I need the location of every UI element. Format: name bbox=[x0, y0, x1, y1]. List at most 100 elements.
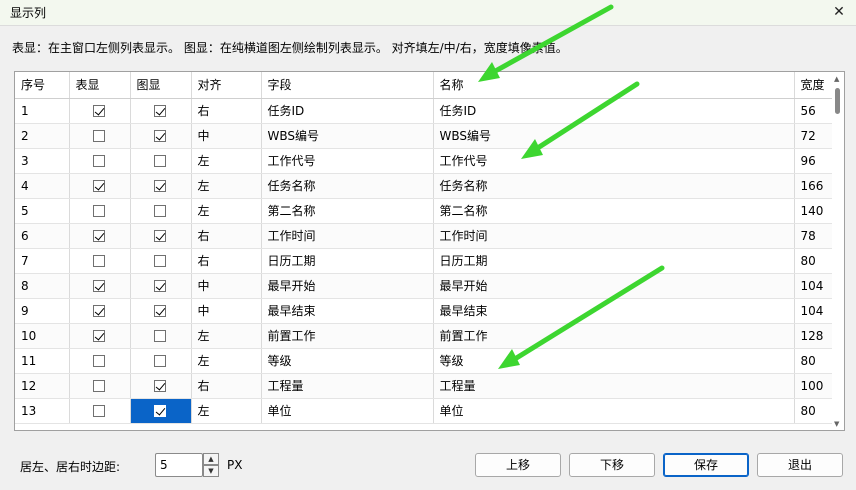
cell-table-show[interactable] bbox=[69, 123, 131, 149]
cell-no[interactable]: 4 bbox=[15, 173, 70, 199]
cell-no[interactable]: 7 bbox=[15, 248, 70, 274]
cell-align[interactable]: 右 bbox=[191, 98, 262, 124]
cell-no[interactable]: 11 bbox=[15, 348, 70, 374]
header-align[interactable]: 对齐 bbox=[191, 72, 262, 99]
table-row[interactable]: 4 左任务名称 任务名称 166 bbox=[15, 173, 834, 199]
spin-down-icon[interactable]: ▼ bbox=[203, 465, 219, 477]
cell-no[interactable]: 3 bbox=[15, 148, 70, 174]
cell-width[interactable]: 80 bbox=[794, 248, 834, 274]
cell-name[interactable]: 工作时间 bbox=[433, 223, 795, 249]
table-show-checkbox[interactable] bbox=[92, 255, 105, 267]
move-up-button[interactable]: 上移 bbox=[475, 453, 561, 477]
chart-show-checkbox[interactable] bbox=[153, 330, 166, 342]
cell-width[interactable]: 104 bbox=[794, 298, 834, 324]
table-show-checkbox[interactable] bbox=[92, 280, 105, 292]
cell-table-show[interactable] bbox=[69, 348, 131, 374]
cell-align[interactable]: 右 bbox=[191, 373, 262, 399]
cell-width[interactable]: 100 bbox=[794, 373, 834, 399]
cell-name[interactable]: 日历工期 bbox=[433, 248, 795, 274]
spin-up-icon[interactable]: ▲ bbox=[203, 453, 219, 465]
cell-chart-show[interactable] bbox=[130, 98, 192, 124]
cell-no[interactable]: 10 bbox=[15, 323, 70, 349]
table-show-checkbox[interactable] bbox=[92, 405, 105, 417]
cell-width[interactable]: 104 bbox=[794, 273, 834, 299]
cell-table-show[interactable] bbox=[69, 373, 131, 399]
table-row[interactable]: 12 右工程量 工程量 100 bbox=[15, 373, 834, 399]
table-show-checkbox[interactable] bbox=[92, 105, 105, 117]
cell-table-show[interactable] bbox=[69, 298, 131, 324]
close-icon[interactable]: ✕ bbox=[828, 1, 850, 23]
margin-input[interactable] bbox=[155, 453, 203, 477]
cell-align[interactable]: 左 bbox=[191, 148, 262, 174]
cell-chart-show[interactable] bbox=[130, 398, 192, 424]
cell-no[interactable]: 6 bbox=[15, 223, 70, 249]
cell-name[interactable]: 单位 bbox=[433, 398, 795, 424]
cell-name[interactable]: 任务名称 bbox=[433, 173, 795, 199]
cell-chart-show[interactable] bbox=[130, 373, 192, 399]
chart-show-checkbox[interactable] bbox=[153, 255, 166, 267]
cell-table-show[interactable] bbox=[69, 398, 131, 424]
scroll-up-icon[interactable]: ▲ bbox=[834, 75, 839, 83]
chart-show-checkbox[interactable] bbox=[153, 405, 166, 417]
cell-name[interactable]: 最早开始 bbox=[433, 273, 795, 299]
table-row[interactable]: 7 右日历工期 日历工期 80 bbox=[15, 248, 834, 274]
cell-align[interactable]: 左 bbox=[191, 198, 262, 224]
cell-name[interactable]: 等级 bbox=[433, 348, 795, 374]
cell-table-show[interactable] bbox=[69, 323, 131, 349]
cell-chart-show[interactable] bbox=[130, 123, 192, 149]
table-show-checkbox[interactable] bbox=[92, 155, 105, 167]
cell-name[interactable]: WBS编号 bbox=[433, 123, 795, 149]
table-show-checkbox[interactable] bbox=[92, 205, 105, 217]
cell-chart-show[interactable] bbox=[130, 223, 192, 249]
move-down-button[interactable]: 下移 bbox=[569, 453, 655, 477]
cell-field[interactable]: 最早开始 bbox=[261, 273, 434, 299]
cell-field[interactable]: 工作代号 bbox=[261, 148, 434, 174]
cell-field[interactable]: 任务名称 bbox=[261, 173, 434, 199]
cell-name[interactable]: 任务ID bbox=[433, 98, 795, 124]
cell-field[interactable]: 第二名称 bbox=[261, 198, 434, 224]
cell-chart-show[interactable] bbox=[130, 323, 192, 349]
table-row[interactable]: 8 中最早开始 最早开始 104 bbox=[15, 273, 834, 299]
cell-chart-show[interactable] bbox=[130, 198, 192, 224]
cell-chart-show[interactable] bbox=[130, 148, 192, 174]
table-show-checkbox[interactable] bbox=[92, 305, 105, 317]
cell-field[interactable]: 日历工期 bbox=[261, 248, 434, 274]
cell-name[interactable]: 第二名称 bbox=[433, 198, 795, 224]
cell-chart-show[interactable] bbox=[130, 298, 192, 324]
chart-show-checkbox[interactable] bbox=[153, 130, 166, 142]
cell-table-show[interactable] bbox=[69, 148, 131, 174]
cell-table-show[interactable] bbox=[69, 198, 131, 224]
cell-field[interactable]: 最早结束 bbox=[261, 298, 434, 324]
cell-width[interactable]: 128 bbox=[794, 323, 834, 349]
chart-show-checkbox[interactable] bbox=[153, 355, 166, 367]
cell-align[interactable]: 右 bbox=[191, 248, 262, 274]
cell-width[interactable]: 80 bbox=[794, 398, 834, 424]
table-row[interactable]: 2 中 WBS编号 WBS编号 72 bbox=[15, 123, 834, 149]
exit-button[interactable]: 退出 bbox=[757, 453, 843, 477]
cell-chart-show[interactable] bbox=[130, 348, 192, 374]
table-row[interactable]: 10 左前置工作 前置工作 128 bbox=[15, 323, 834, 349]
cell-table-show[interactable] bbox=[69, 98, 131, 124]
table-show-checkbox[interactable] bbox=[92, 130, 105, 142]
cell-field[interactable]: 等级 bbox=[261, 348, 434, 374]
chart-show-checkbox[interactable] bbox=[153, 155, 166, 167]
table-show-checkbox[interactable] bbox=[92, 355, 105, 367]
chart-show-checkbox[interactable] bbox=[153, 280, 166, 292]
chart-show-checkbox[interactable] bbox=[153, 205, 166, 217]
table-row[interactable]: 3 左工作代号 工作代号 96 bbox=[15, 148, 834, 174]
header-table-show[interactable]: 表显 bbox=[69, 72, 131, 99]
cell-field[interactable]: 工程量 bbox=[261, 373, 434, 399]
table-row[interactable]: 11 左等级 等级 80 bbox=[15, 348, 834, 374]
chart-show-checkbox[interactable] bbox=[153, 230, 166, 242]
header-chart-show[interactable]: 图显 bbox=[130, 72, 192, 99]
cell-width[interactable]: 78 bbox=[794, 223, 834, 249]
cell-no[interactable]: 2 bbox=[15, 123, 70, 149]
header-width[interactable]: 宽度 bbox=[794, 72, 834, 99]
save-button[interactable]: 保存 bbox=[663, 453, 749, 477]
cell-field[interactable]: WBS编号 bbox=[261, 123, 434, 149]
cell-no[interactable]: 8 bbox=[15, 273, 70, 299]
cell-field[interactable]: 工作时间 bbox=[261, 223, 434, 249]
cell-table-show[interactable] bbox=[69, 223, 131, 249]
chart-show-checkbox[interactable] bbox=[153, 105, 166, 117]
cell-width[interactable]: 56 bbox=[794, 98, 834, 124]
